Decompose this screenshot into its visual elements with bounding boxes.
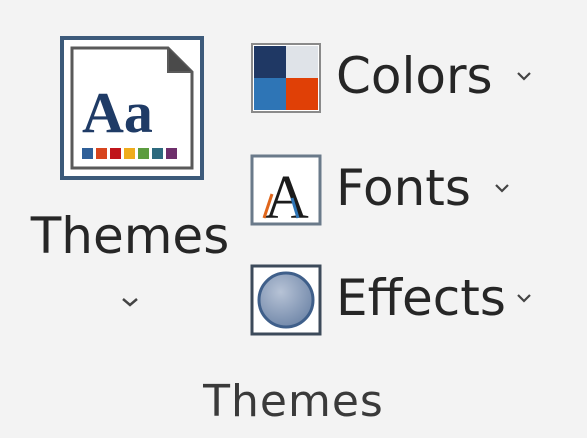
theme-effects-icon <box>250 264 322 336</box>
group-caption: Themes <box>203 376 384 427</box>
fonts-button[interactable]: A Fonts <box>244 144 544 234</box>
fonts-button-label: Fonts <box>336 159 471 217</box>
chevron-down-icon <box>517 294 531 303</box>
theme-colors-icon <box>251 43 321 113</box>
chevron-down-icon <box>495 184 509 193</box>
themes-icon-text: Aa <box>82 80 153 145</box>
themes-button[interactable]: Aa Themes <box>28 28 232 346</box>
themes-button-label: Themes <box>30 207 230 265</box>
theme-fonts-icon: A <box>250 154 322 226</box>
theme-swatch <box>82 148 93 159</box>
chevron-down-icon <box>122 298 138 307</box>
theme-swatch <box>96 148 107 159</box>
colors-button[interactable]: Colors <box>244 32 544 122</box>
themes-gallery-icon: Aa <box>60 36 204 180</box>
chevron-down-icon <box>517 72 531 81</box>
theme-swatch <box>110 148 121 159</box>
theme-swatch <box>138 148 149 159</box>
theme-swatch <box>152 148 163 159</box>
colors-button-label: Colors <box>336 47 493 105</box>
themes-ribbon-group: Aa Themes Colors A Fonts Effects Themes <box>0 0 587 438</box>
theme-swatch <box>166 148 177 159</box>
effects-button[interactable]: Effects <box>244 254 544 344</box>
effects-button-label: Effects <box>336 269 506 327</box>
theme-swatch <box>124 148 135 159</box>
